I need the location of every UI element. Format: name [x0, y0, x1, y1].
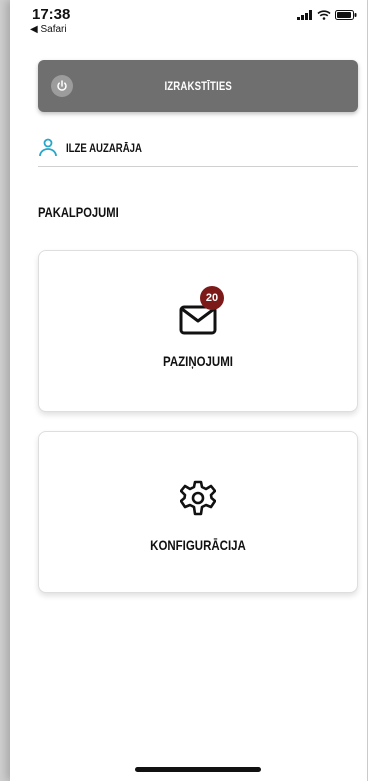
app-screen: 17:38 ◀ Safari IZRAKSTĪTIES ILZE AUZARĀJ…	[10, 0, 367, 781]
gear-icon	[180, 480, 216, 516]
logout-button[interactable]: IZRAKSTĪTIES	[38, 60, 358, 112]
signal-icon	[297, 10, 312, 20]
home-indicator[interactable]	[135, 767, 261, 772]
battery-icon	[335, 10, 357, 20]
status-icons	[297, 10, 357, 20]
user-row: ILZE AUZARĀJA	[38, 130, 358, 167]
back-to-safari-link[interactable]: ◀ Safari	[30, 24, 67, 35]
status-time: 17:38	[32, 6, 71, 23]
user-name: ILZE AUZARĀJA	[66, 141, 142, 155]
notification-count-badge: 20	[200, 286, 224, 310]
wifi-icon	[317, 10, 331, 20]
user-icon	[39, 138, 57, 157]
configuration-card[interactable]: KONFIGURĀCIJA	[38, 431, 358, 593]
notifications-card[interactable]: 20 PAZIŅOJUMI	[38, 250, 358, 412]
configuration-label: KONFIGURĀCIJA	[150, 537, 246, 553]
power-icon	[51, 75, 73, 97]
section-title: PAKALPOJUMI	[38, 204, 119, 220]
logout-label: IZRAKSTĪTIES	[164, 79, 232, 93]
notifications-label: PAZIŅOJUMI	[163, 353, 233, 369]
